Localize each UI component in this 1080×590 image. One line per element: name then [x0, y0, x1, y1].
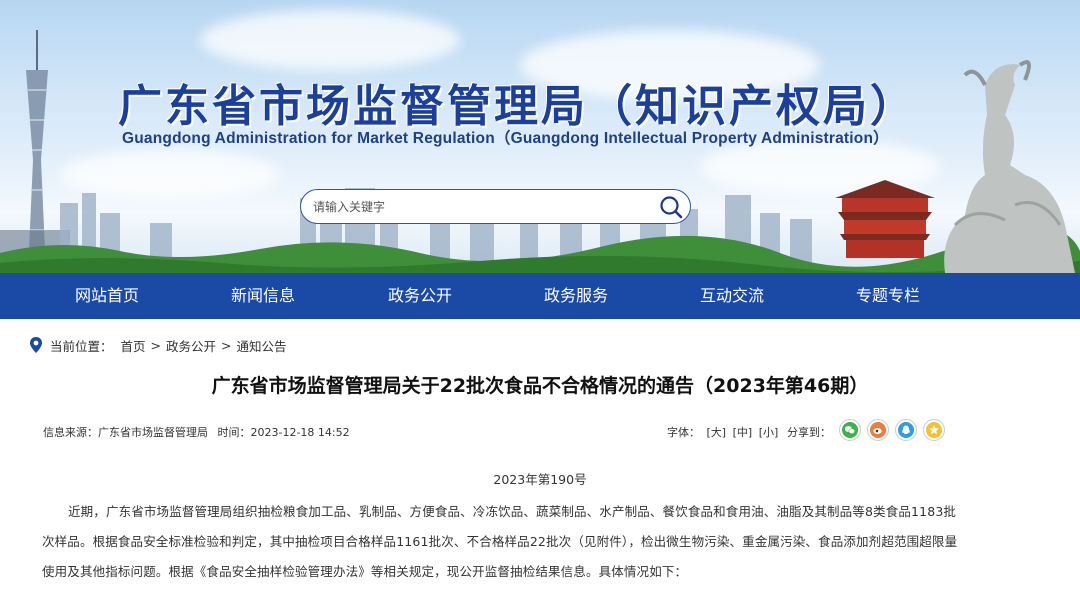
- document-number: 2023年第190号: [493, 472, 587, 487]
- font-size-controls: 字体： [大] [中] [小]: [667, 424, 778, 440]
- breadcrumb-separator: >: [150, 337, 162, 353]
- breadcrumb: 当前位置： 首页 > 政务公开 > 通知公告: [28, 335, 287, 355]
- nav-item-special-topics[interactable]: 专题专栏: [856, 273, 920, 319]
- search-input[interactable]: [313, 196, 643, 218]
- share-weibo-button[interactable]: [867, 419, 889, 441]
- nav-item-home[interactable]: 网站首页: [75, 273, 139, 319]
- share-wechat-button[interactable]: [839, 419, 861, 441]
- font-size-label: 字体：: [667, 426, 700, 439]
- breadcrumb-label: 当前位置：: [50, 338, 113, 354]
- font-size-large-button[interactable]: [大]: [707, 426, 727, 439]
- wechat-icon: [842, 422, 858, 438]
- share-qq-button[interactable]: [895, 419, 917, 441]
- five-goats-statue-image: [944, 60, 1075, 273]
- zhenhai-tower-image: [835, 180, 935, 258]
- header-banner: 广东省市场监督管理局（知识产权局） Guangdong Administrati…: [0, 0, 1080, 273]
- qzone-star-icon: [926, 422, 942, 438]
- breadcrumb-government-affairs[interactable]: 政务公开: [166, 336, 216, 355]
- article-title: 广东省市场监督管理局关于22批次食品不合格情况的通告（2023年第46期）: [211, 375, 869, 397]
- nav-item-interaction[interactable]: 互动交流: [700, 273, 764, 319]
- cloud: [200, 10, 460, 70]
- nav-item-government-services[interactable]: 政务服务: [544, 273, 608, 319]
- share-label: 分享到：: [787, 426, 831, 439]
- nav-item-news[interactable]: 新闻信息: [231, 273, 295, 319]
- breadcrumb-separator: >: [221, 337, 232, 353]
- qq-icon: [898, 422, 914, 438]
- breadcrumb-home[interactable]: 首页: [121, 336, 146, 355]
- article-body-paragraph: 近期，广东省市场监督管理局组织抽检粮食加工品、乳制品、方便食品、冷冻饮品、蔬菜制…: [42, 504, 958, 579]
- location-pin-icon: [30, 337, 42, 353]
- font-size-small-button[interactable]: [小]: [759, 426, 779, 439]
- font-size-medium-button[interactable]: [中]: [733, 426, 753, 439]
- breadcrumb-notices[interactable]: 通知公告: [237, 336, 287, 355]
- weibo-icon: [870, 422, 886, 438]
- search-icon[interactable]: [658, 194, 684, 220]
- article-time: 时间：2023-12-18 14:52: [217, 426, 350, 439]
- main-nav: 网站首页 新闻信息 政务公开 政务服务 互动交流 专题专栏: [0, 273, 1080, 319]
- share-qzone-button[interactable]: [923, 419, 945, 441]
- search-bar: [300, 189, 691, 224]
- site-title-english: Guangdong Administration for Market Regu…: [122, 130, 889, 147]
- nav-item-government-affairs[interactable]: 政务公开: [388, 273, 452, 319]
- site-title-chinese: 广东省市场监督管理局（知识产权局）: [118, 81, 917, 132]
- article-meta: 信息来源：广东省市场监督管理局 时间：2023-12-18 14:52: [43, 424, 350, 440]
- article-source: 信息来源：广东省市场监督管理局: [43, 426, 208, 439]
